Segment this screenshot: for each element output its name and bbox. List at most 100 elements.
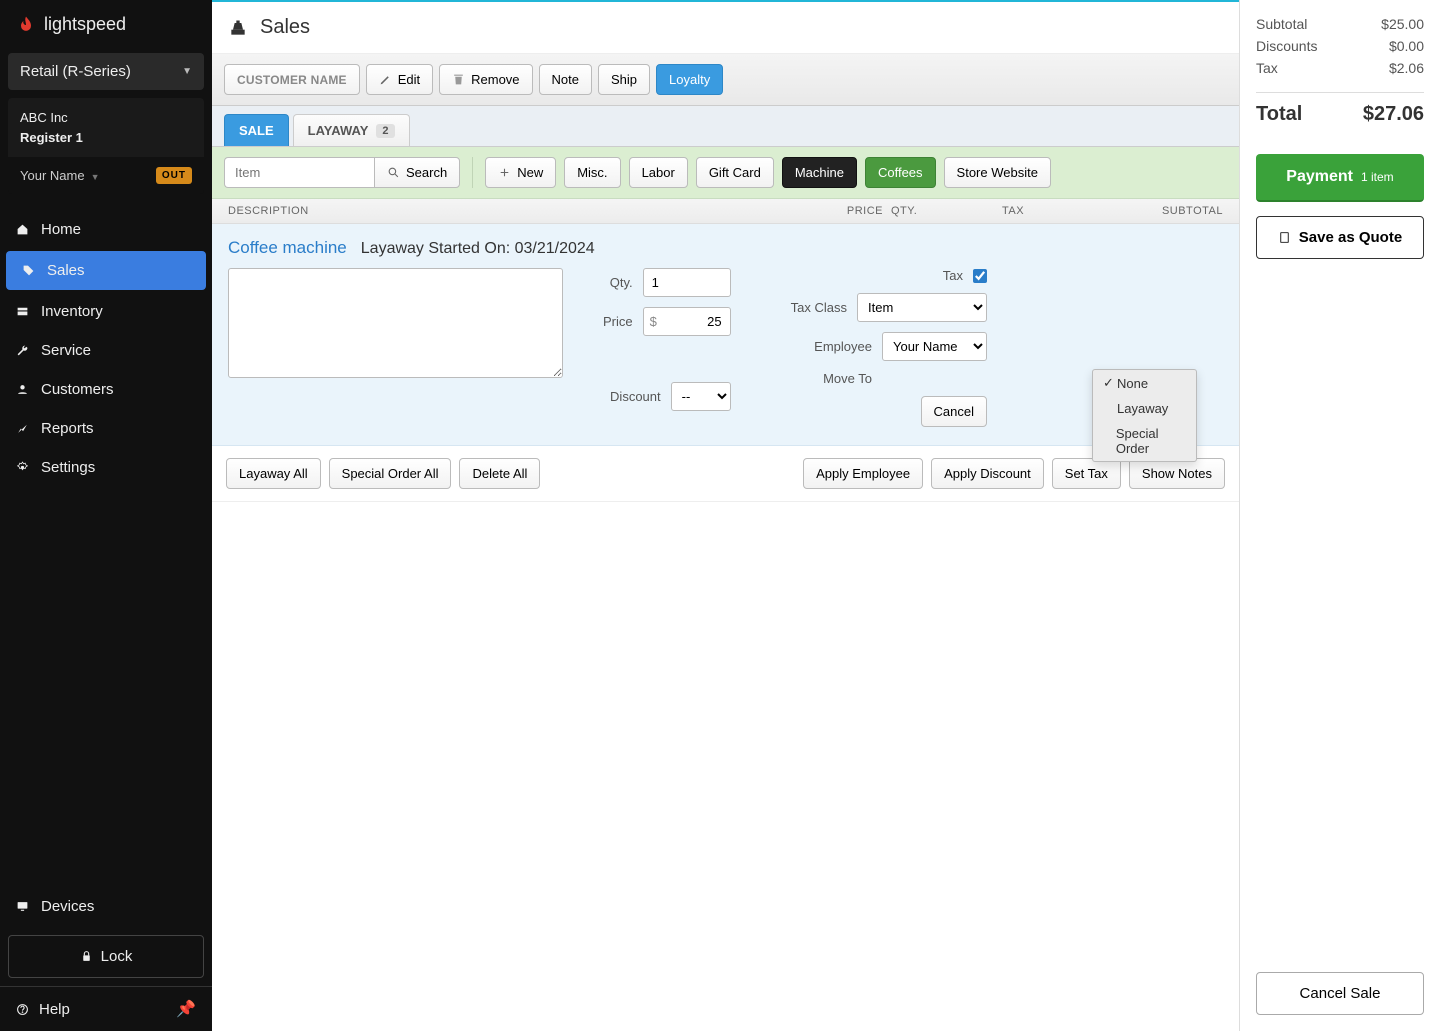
total-value: $27.06 [1363, 103, 1424, 126]
search-label: Search [406, 165, 447, 180]
discount-select[interactable]: -- [671, 382, 731, 411]
line-item-name[interactable]: Coffee machine [228, 238, 347, 258]
payment-item-count: 1 item [1361, 170, 1394, 184]
person-icon [16, 383, 29, 396]
labor-button[interactable]: Labor [629, 157, 688, 188]
nav-customers-label: Customers [41, 381, 114, 398]
tab-layaway[interactable]: LAYAWAY 2 [293, 114, 410, 146]
total-label: Total [1256, 103, 1302, 126]
price-label: Price [603, 314, 633, 329]
nav-service[interactable]: Service [0, 331, 212, 370]
customer-name-button[interactable]: CUSTOMER NAME [224, 64, 360, 95]
line-item-note[interactable] [228, 268, 563, 378]
nav-inventory[interactable]: Inventory [0, 292, 212, 331]
nav-reports-label: Reports [41, 420, 94, 437]
discounts-label: Discounts [1256, 38, 1317, 54]
apply-employee-button[interactable]: Apply Employee [803, 458, 923, 489]
col-qty: QTY. [883, 205, 943, 217]
discount-label: Discount [610, 389, 661, 404]
misc-button[interactable]: Misc. [564, 157, 620, 188]
page-title-bar: Sales [212, 0, 1239, 54]
sale-tabs: SALE LAYAWAY 2 [212, 106, 1239, 147]
payment-button[interactable]: Payment 1 item [1256, 154, 1424, 202]
lock-label: Lock [101, 948, 133, 965]
nav-home-label: Home [41, 221, 81, 238]
product-selector[interactable]: Retail (R-Series) ▼ [8, 53, 204, 90]
subtotal-label: Subtotal [1256, 16, 1307, 32]
currency-symbol: $ [650, 314, 657, 329]
taxclass-label: Tax Class [791, 300, 847, 315]
employee-select[interactable]: Your Name [882, 332, 987, 361]
nav-sales[interactable]: Sales [6, 251, 206, 290]
loyalty-button[interactable]: Loyalty [656, 64, 723, 95]
search-button[interactable]: Search [374, 157, 460, 188]
lock-button[interactable]: Lock [8, 935, 204, 978]
save-quote-button[interactable]: Save as Quote [1256, 216, 1424, 259]
special-order-all-button[interactable]: Special Order All [329, 458, 452, 489]
help-button[interactable]: Help [16, 1001, 70, 1018]
main-nav: Home Sales Inventory Service Customers R… [0, 210, 212, 487]
home-icon [16, 223, 29, 236]
apply-discount-button[interactable]: Apply Discount [931, 458, 1044, 489]
item-search-input[interactable] [224, 157, 374, 188]
giftcard-button[interactable]: Gift Card [696, 157, 774, 188]
set-tax-button[interactable]: Set Tax [1052, 458, 1121, 489]
register-icon [228, 18, 248, 38]
edit-button[interactable]: Edit [366, 64, 433, 95]
chart-icon [16, 422, 29, 435]
nav-devices-label: Devices [41, 898, 94, 915]
chevron-down-icon: ▼ [182, 66, 192, 77]
remove-button[interactable]: Remove [439, 64, 532, 95]
help-label: Help [39, 1001, 70, 1018]
coffees-button[interactable]: Coffees [865, 157, 936, 188]
nav-home[interactable]: Home [0, 210, 212, 249]
nav-settings-label: Settings [41, 459, 95, 476]
line-cancel-button[interactable]: Cancel [921, 396, 987, 427]
note-button[interactable]: Note [539, 64, 592, 95]
payment-label: Payment [1286, 168, 1353, 186]
chevron-down-icon: ▼ [91, 172, 100, 182]
nav-devices[interactable]: Devices [0, 886, 212, 927]
tab-sale[interactable]: SALE [224, 114, 289, 146]
shop-block[interactable]: ABC Inc Register 1 [8, 98, 204, 157]
nav-inventory-label: Inventory [41, 303, 103, 320]
new-label: New [517, 165, 543, 180]
nav-sales-label: Sales [47, 262, 85, 279]
nav-reports[interactable]: Reports [0, 409, 212, 448]
ship-button[interactable]: Ship [598, 64, 650, 95]
nav-customers[interactable]: Customers [0, 370, 212, 409]
store-website-button[interactable]: Store Website [944, 157, 1051, 188]
qty-input[interactable] [643, 268, 731, 297]
wrench-icon [16, 344, 29, 357]
employee-label: Employee [814, 339, 872, 354]
cancel-sale-button[interactable]: Cancel Sale [1256, 972, 1424, 1015]
moveto-label: Move To [823, 371, 872, 386]
show-notes-button[interactable]: Show Notes [1129, 458, 1225, 489]
col-subtotal: SUBTOTAL [1083, 205, 1223, 217]
user-name: Your Name [20, 168, 85, 183]
new-button[interactable]: New [485, 157, 556, 188]
tab-layaway-count: 2 [376, 124, 394, 138]
col-price: PRICE [803, 205, 883, 217]
totals-tax-label: Tax [1256, 60, 1278, 76]
pin-icon[interactable]: 📌 [176, 999, 196, 1019]
flame-icon [16, 15, 36, 35]
moveto-option-special[interactable]: Special Order [1093, 421, 1196, 461]
tab-sale-label: SALE [239, 123, 274, 138]
moveto-option-none[interactable]: ✓None [1093, 370, 1196, 396]
delete-all-button[interactable]: Delete All [459, 458, 540, 489]
sidebar: lightspeed Retail (R-Series) ▼ ABC Inc R… [0, 0, 212, 1031]
taxclass-select[interactable]: Item [857, 293, 987, 322]
user-row[interactable]: Your Name ▼ OUT [8, 157, 204, 194]
col-description: DESCRIPTION [228, 205, 803, 217]
moveto-option-layaway[interactable]: Layaway [1093, 396, 1196, 421]
tax-checkbox[interactable] [973, 269, 987, 283]
nav-settings[interactable]: Settings [0, 448, 212, 487]
out-badge[interactable]: OUT [156, 167, 192, 184]
col-tax: TAX [943, 205, 1083, 217]
machine-button[interactable]: Machine [782, 157, 857, 188]
pencil-icon [379, 73, 392, 86]
layaway-all-button[interactable]: Layaway All [226, 458, 321, 489]
tab-layaway-label: LAYAWAY [308, 123, 369, 138]
moveto-dropdown[interactable]: ✓None Layaway Special Order [1092, 369, 1197, 462]
